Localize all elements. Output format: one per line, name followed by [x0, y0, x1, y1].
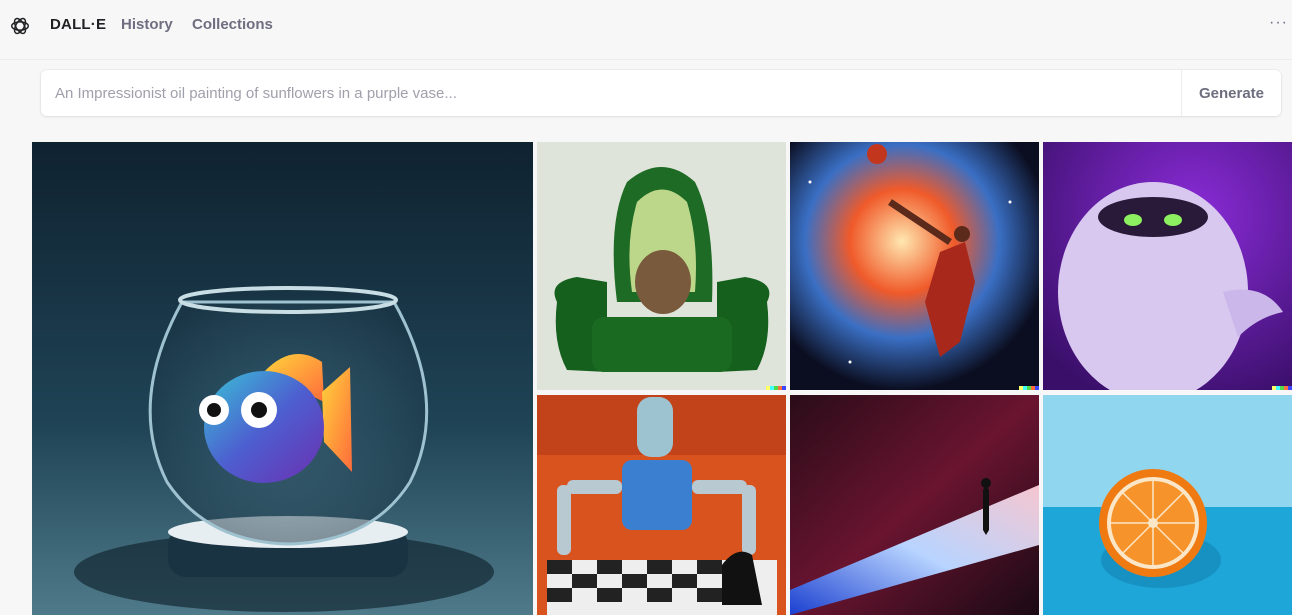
brand-title[interactable]: DALL·E: [50, 16, 106, 33]
gallery-image-space-basketball[interactable]: [790, 142, 1039, 390]
gallery-image-silhouette[interactable]: [790, 395, 1039, 615]
generate-button[interactable]: Generate: [1181, 70, 1281, 116]
dalle-signature: [1019, 386, 1039, 390]
top-nav: DALL·E History Collections ···: [0, 0, 1292, 52]
fish-bowl-image: [32, 142, 533, 615]
gallery-image-furry-monster[interactable]: [1043, 142, 1292, 390]
avocado-chair-image: [537, 142, 786, 390]
prompt-bar: Generate: [41, 70, 1281, 116]
gallery-image-avocado-chair[interactable]: [537, 142, 786, 390]
prompt-input[interactable]: [41, 70, 1181, 116]
robot-chess-image: [537, 395, 786, 615]
gallery-image-fish-bowl[interactable]: [32, 142, 533, 615]
header-divider: [0, 59, 1292, 60]
furry-monster-image: [1043, 142, 1292, 390]
gallery-image-robot-chess[interactable]: [537, 395, 786, 615]
silhouette-image: [790, 395, 1039, 615]
nav-collections-link[interactable]: Collections: [192, 16, 273, 33]
dalle-signature: [766, 386, 786, 390]
orange-image: [1043, 395, 1292, 615]
nav-history-link[interactable]: History: [121, 16, 173, 33]
dalle-signature: [1272, 386, 1292, 390]
openai-logo-icon[interactable]: [9, 15, 31, 37]
gallery-image-orange[interactable]: [1043, 395, 1292, 615]
more-options-icon[interactable]: ···: [1269, 14, 1288, 32]
space-basketball-image: [790, 142, 1039, 390]
